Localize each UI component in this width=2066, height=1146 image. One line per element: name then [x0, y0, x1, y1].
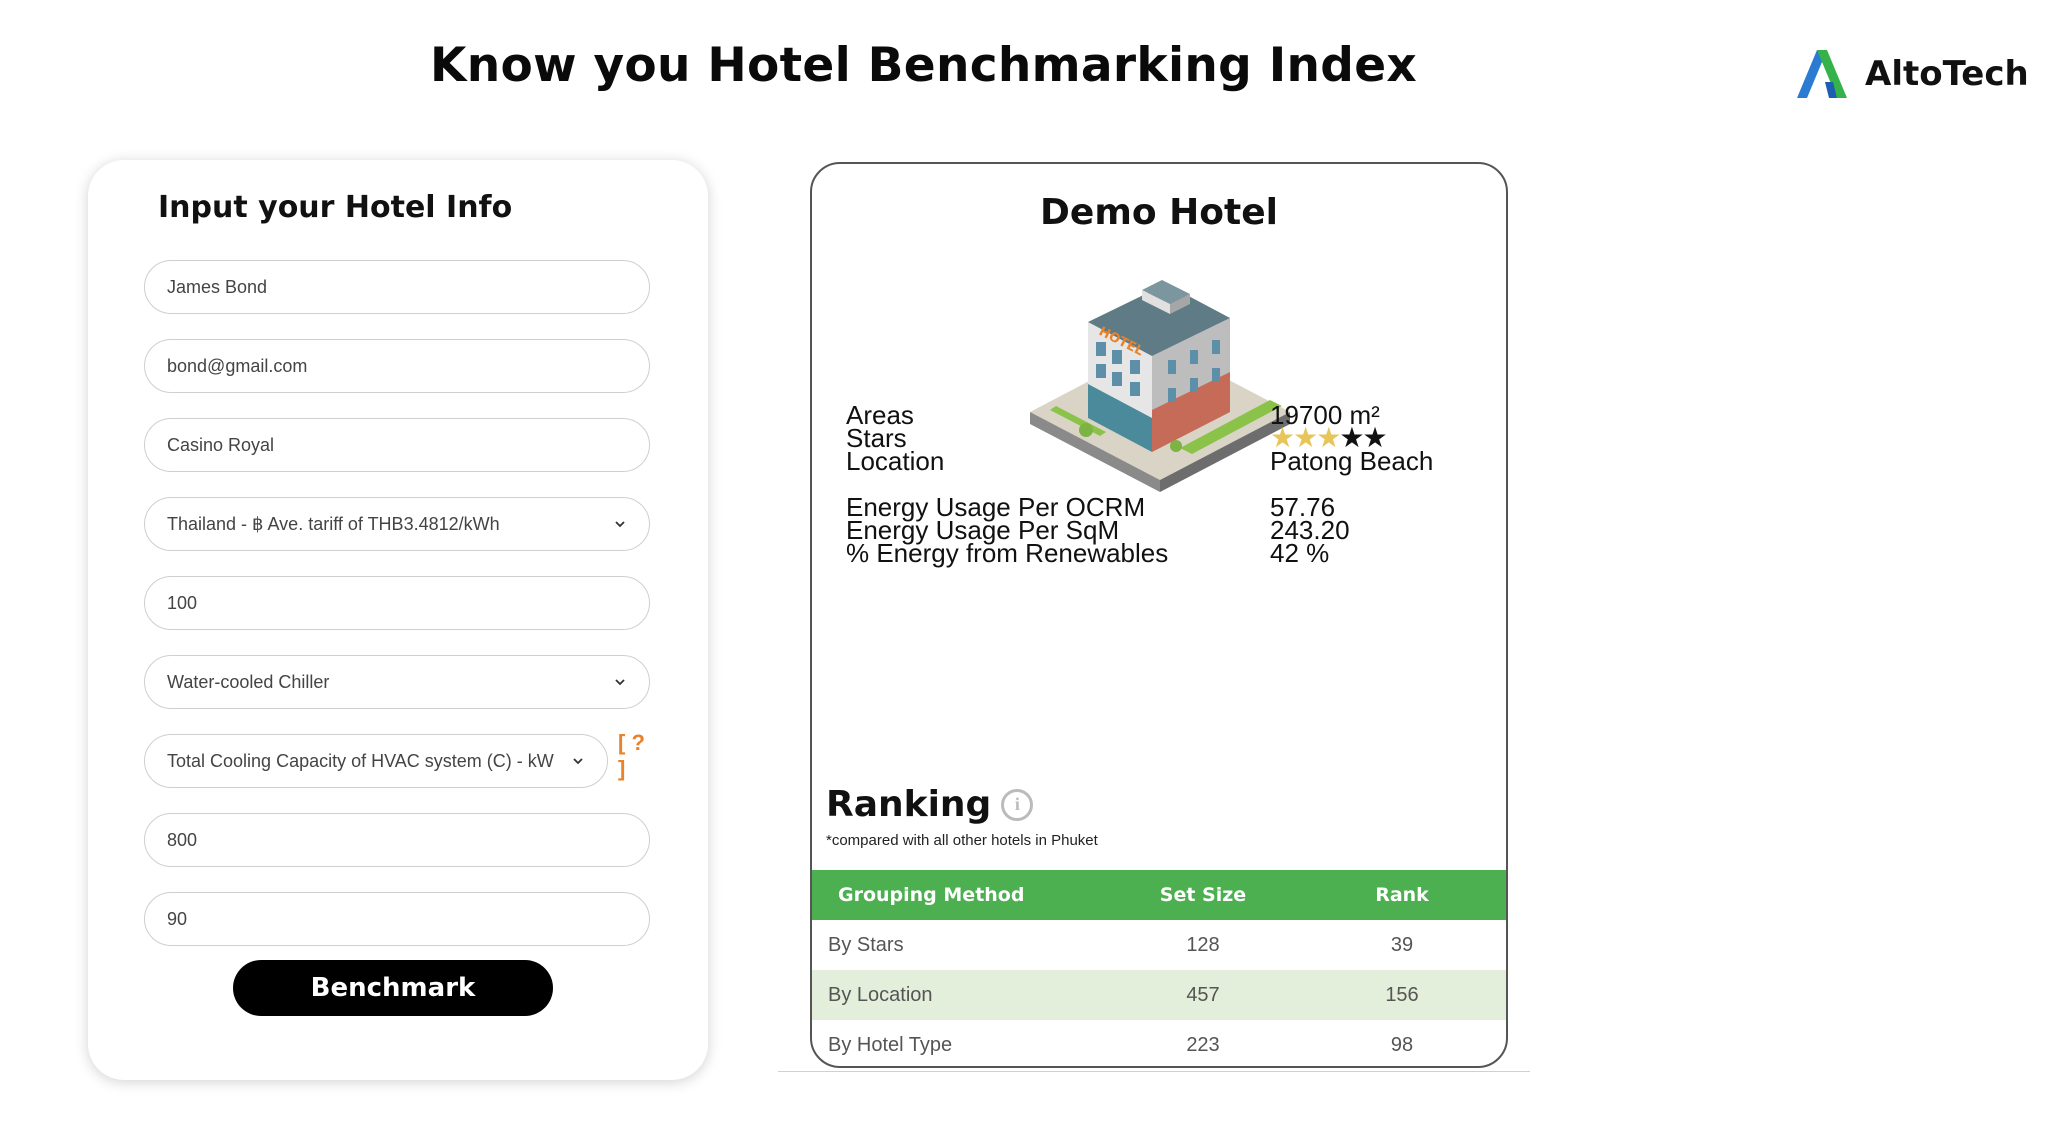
country-select-value: Thailand - ฿ Ave. tariff of THB3.4812/kW…: [167, 513, 500, 534]
rank-cell: 39: [1390, 933, 1414, 956]
metric-label: % Energy from Renewables: [846, 538, 1169, 568]
grouping-method-cell: By Stars: [828, 933, 904, 956]
ranking-table: Grouping Method Set Size Rank By Stars 1…: [812, 870, 1506, 1066]
info-icon[interactable]: i: [1001, 788, 1034, 821]
occupancy-input[interactable]: [167, 908, 627, 930]
page-title: Know you Hotel Benchmarking Index: [430, 38, 1418, 93]
hvac-type-select-value: Water-cooled Chiller: [167, 671, 330, 692]
set-size-cell: 128: [1186, 933, 1220, 956]
chevron-down-icon: [573, 758, 583, 765]
email-input[interactable]: [167, 355, 627, 377]
email-field[interactable]: [144, 339, 650, 393]
grouping-method-cell: By Hotel Type: [828, 1033, 953, 1056]
benchmark-button[interactable]: Benchmark: [233, 960, 553, 1016]
alto-logo: AltoTech: [1795, 48, 2029, 100]
table-header-row: Grouping Method Set Size Rank: [812, 870, 1506, 920]
benchmark-result-card: Demo Hotel HOTEL Areas 19700 m² Stars ★★…: [810, 162, 1508, 1068]
divider: [778, 1071, 1530, 1072]
capacity-select-value: Total Cooling Capacity of HVAC system (C…: [167, 750, 554, 771]
table-row: By Location 457 156: [812, 970, 1506, 1020]
capacity-input[interactable]: [167, 829, 627, 851]
rooms-field[interactable]: [144, 576, 650, 630]
hotel-name-input[interactable]: [167, 434, 627, 456]
ranking-heading: Ranking i: [826, 784, 1034, 825]
ranking-title: Ranking: [826, 784, 992, 825]
chevron-down-icon: [615, 679, 625, 686]
set-size-cell: 457: [1108, 970, 1298, 1020]
name-field[interactable]: [144, 260, 650, 314]
form-title: Input your Hotel Info: [158, 190, 513, 225]
hotel-info-form: Input your Hotel Info Thailand - ฿ Ave. …: [88, 160, 708, 1080]
chevron-down-icon: [615, 521, 625, 528]
column-header: Rank: [1298, 870, 1506, 920]
detail-label: Location: [846, 446, 945, 476]
rooms-input[interactable]: [167, 592, 627, 614]
hotel-building-icon: HOTEL: [1030, 280, 1290, 492]
grouping-method-cell: By Location: [812, 970, 1108, 1020]
table-row: By Stars 128 39: [812, 920, 1506, 970]
metric-value: 42 %: [1270, 538, 1330, 568]
capacity-help-link[interactable]: [ ? ]: [618, 730, 652, 782]
name-input[interactable]: [167, 276, 627, 298]
rank-cell: 156: [1298, 970, 1506, 1020]
logo-text: AltoTech: [1865, 54, 2029, 94]
hvac-type-select[interactable]: Water-cooled Chiller: [144, 655, 650, 709]
detail-value: Patong Beach: [1270, 446, 1434, 476]
column-header: Set Size: [1108, 870, 1298, 920]
capacity-select[interactable]: Total Cooling Capacity of HVAC system (C…: [144, 734, 608, 788]
country-select[interactable]: Thailand - ฿ Ave. tariff of THB3.4812/kW…: [144, 497, 650, 551]
hotel-name-field[interactable]: [144, 418, 650, 472]
capacity-field[interactable]: [144, 813, 650, 867]
rank-cell: 98: [1390, 1033, 1414, 1056]
occupancy-field[interactable]: [144, 892, 650, 946]
ranking-note: *compared with all other hotels in Phuke…: [826, 832, 1098, 849]
hotel-name: Demo Hotel: [1040, 192, 1278, 233]
alto-logo-icon: [1797, 50, 1847, 98]
set-size-cell: 223: [1186, 1033, 1220, 1056]
table-row: By Hotel Type 223 98: [812, 1020, 1506, 1066]
column-header: Grouping Method: [812, 870, 1108, 920]
